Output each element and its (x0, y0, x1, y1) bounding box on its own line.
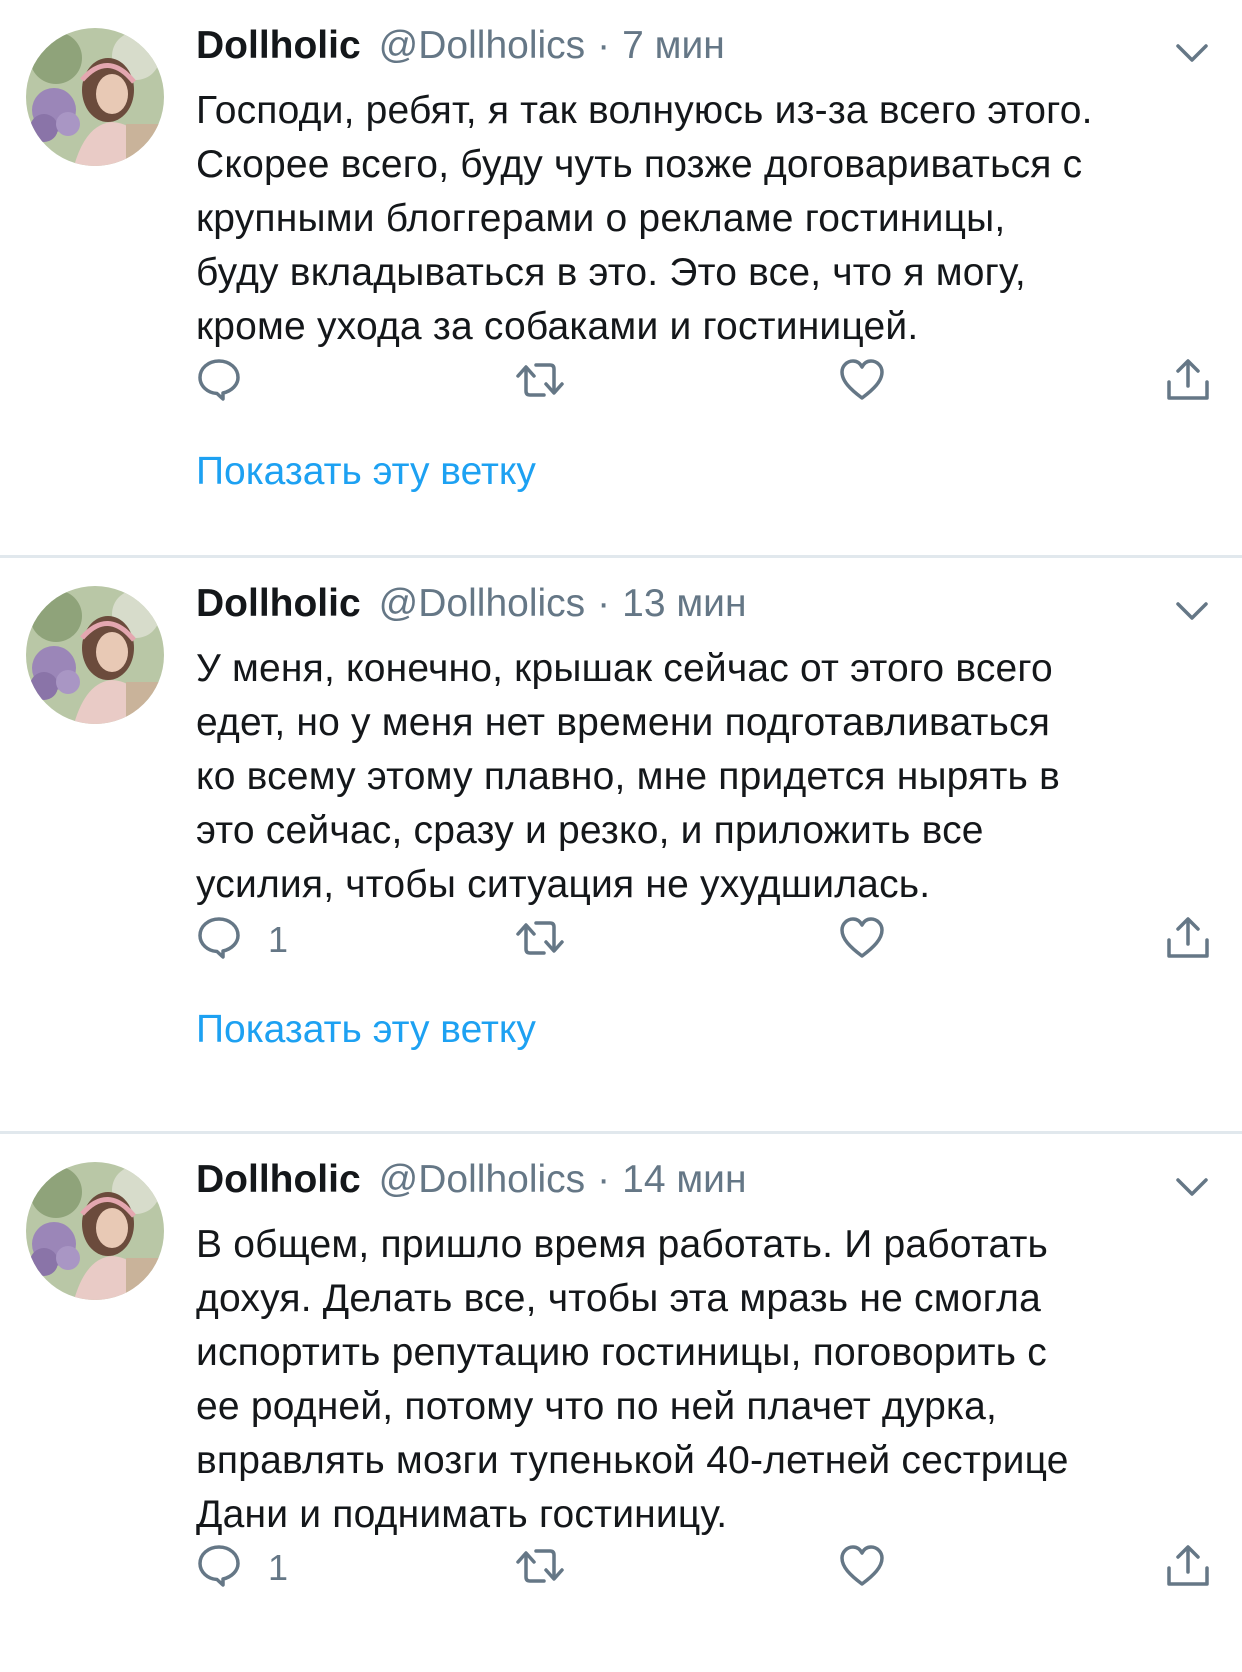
avatar[interactable] (26, 28, 164, 166)
reply-icon (196, 357, 242, 408)
retweet-button[interactable] (514, 1538, 592, 1598)
retweet-button[interactable] (514, 910, 592, 970)
reply-count: 1 (268, 1547, 289, 1588)
tweet-actions: 1 (196, 910, 1212, 970)
tweet-actions (196, 352, 1212, 412)
like-button[interactable] (838, 910, 912, 970)
chevron-down-icon[interactable] (1172, 596, 1212, 626)
heart-icon (838, 357, 886, 408)
tweet-header: Dollholic @Dollholics · 14 мин (196, 1158, 747, 1214)
share-button[interactable] (1164, 1538, 1212, 1598)
share-icon (1164, 914, 1212, 967)
separator-dot: · (597, 582, 611, 625)
share-icon (1164, 356, 1212, 409)
tweet-text: Господи, ребят, я так волнуюсь из-за все… (196, 89, 1093, 348)
chevron-down-icon[interactable] (1172, 1172, 1212, 1202)
separator-dot: · (597, 1158, 611, 1201)
tweet-header: Dollholic @Dollholics · 7 мин (196, 24, 725, 80)
tweet-actions: 1 (196, 1538, 1212, 1598)
author-name[interactable]: Dollholic (196, 24, 361, 68)
author-handle[interactable]: @Dollholics (379, 1158, 585, 1202)
share-icon (1164, 1542, 1212, 1595)
reply-button[interactable]: 1 (196, 1538, 288, 1598)
heart-icon (838, 1543, 886, 1594)
retweet-button[interactable] (514, 352, 592, 412)
reply-button[interactable] (196, 352, 268, 412)
tweet-time[interactable]: 14 мин (622, 1158, 746, 1202)
tweet[interactable]: Dollholic @Dollholics · 7 мин Господи, р… (0, 0, 1242, 558)
reply-count: 1 (268, 919, 289, 960)
tweet[interactable]: Dollholic @Dollholics · 14 мин В общем, … (0, 1134, 1242, 1672)
author-name[interactable]: Dollholic (196, 1158, 361, 1202)
retweet-icon (514, 915, 566, 966)
share-button[interactable] (1164, 352, 1212, 412)
heart-icon (838, 915, 886, 966)
separator-dot: · (597, 24, 611, 67)
tweet-text: В общем, пришло время работать. И работа… (196, 1223, 1069, 1536)
tweet-time[interactable]: 13 мин (622, 582, 746, 626)
show-thread-link[interactable]: Показать эту ветку (196, 450, 536, 494)
tweet-time[interactable]: 7 мин (622, 24, 725, 68)
avatar[interactable] (26, 586, 164, 724)
author-name[interactable]: Dollholic (196, 582, 361, 626)
like-button[interactable] (838, 1538, 912, 1598)
retweet-icon (514, 357, 566, 408)
chevron-down-icon[interactable] (1172, 38, 1212, 68)
reply-button[interactable]: 1 (196, 910, 288, 970)
tweet-feed: Dollholic @Dollholics · 7 мин Господи, р… (0, 0, 1242, 1672)
share-button[interactable] (1164, 910, 1212, 970)
like-button[interactable] (838, 352, 912, 412)
tweet-text: У меня, конечно, крышак сейчас от этого … (196, 647, 1060, 906)
reply-icon (196, 915, 242, 966)
tweet[interactable]: Dollholic @Dollholics · 13 мин У меня, к… (0, 558, 1242, 1134)
reply-icon (196, 1543, 242, 1594)
author-handle[interactable]: @Dollholics (379, 24, 585, 68)
author-handle[interactable]: @Dollholics (379, 582, 585, 626)
retweet-icon (514, 1543, 566, 1594)
tweet-header: Dollholic @Dollholics · 13 мин (196, 582, 747, 638)
show-thread-link[interactable]: Показать эту ветку (196, 1008, 536, 1052)
avatar[interactable] (26, 1162, 164, 1300)
